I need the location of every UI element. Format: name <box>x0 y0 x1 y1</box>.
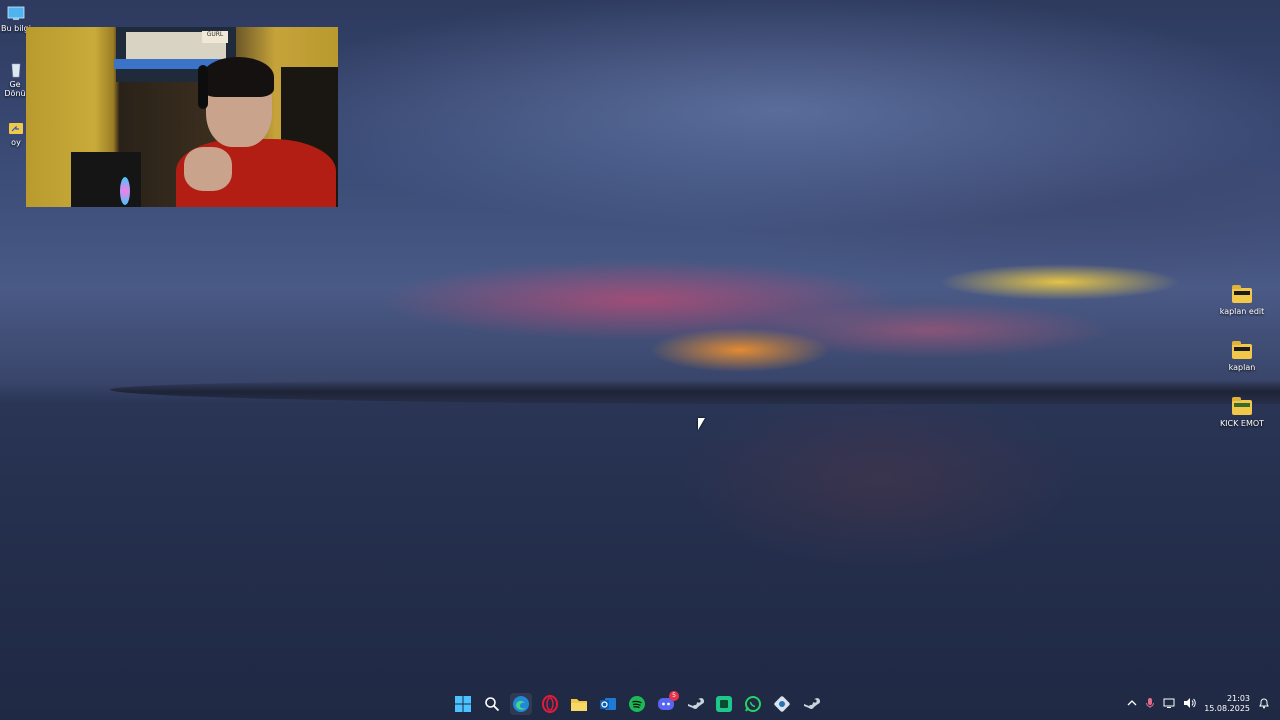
steam-icon <box>688 698 704 709</box>
steam-icon <box>804 698 820 709</box>
network-icon[interactable] <box>1163 697 1175 712</box>
search-icon <box>485 697 500 712</box>
desktop-folder-kick-emot[interactable]: KICK EMOT <box>1212 397 1272 428</box>
webcam-pc-case <box>71 152 141 207</box>
webcam-overlay: GURL <box>26 27 338 207</box>
notification-icon[interactable] <box>1258 697 1270 712</box>
desktop-icon-label: oy <box>11 138 21 147</box>
sea-reflection <box>620 400 1140 600</box>
desktop-icon-label: kaplan edit <box>1219 307 1265 316</box>
webcam-rgb-light <box>120 177 130 205</box>
desktop-folder-kaplan[interactable]: kaplan <box>1212 341 1272 372</box>
taskbar-file-explorer-button[interactable] <box>568 693 590 715</box>
webcam-person-hair <box>202 57 274 97</box>
taskbar-start-button[interactable] <box>452 693 474 715</box>
folder-icon <box>571 699 587 711</box>
folder-icon <box>1232 285 1252 303</box>
system-tray: 21:03 15.08.2025 <box>1127 694 1270 714</box>
opera-gx-icon <box>542 695 558 713</box>
taskbar-gear-app-button[interactable] <box>771 693 793 715</box>
webcam-sign: GURL <box>202 31 228 43</box>
volume-icon[interactable] <box>1183 697 1196 712</box>
mouse-cursor <box>698 418 705 430</box>
taskbar-outlook-button[interactable] <box>597 693 619 715</box>
green-app-icon <box>716 696 732 712</box>
taskbar-green-app-button[interactable] <box>713 693 735 715</box>
taskbar-opera-button[interactable] <box>539 693 561 715</box>
taskbar-whatsapp-button[interactable] <box>742 693 764 715</box>
outlook-icon <box>600 698 616 710</box>
folder-icon <box>1232 397 1252 415</box>
windows-start-icon <box>455 696 471 712</box>
chevron-up-icon[interactable] <box>1127 699 1137 710</box>
clock-date: 15.08.2025 <box>1204 704 1250 713</box>
discord-notification-badge: 5 <box>669 691 679 701</box>
desktop-folder-kaplan-edit[interactable]: kaplan edit <box>1212 285 1272 316</box>
whatsapp-icon <box>745 696 761 712</box>
folder-icon <box>1232 341 1252 359</box>
edge-browser-icon <box>513 696 529 712</box>
taskbar-steam-button[interactable] <box>684 693 706 715</box>
taskbar: 5 21:03 15.08.2025 <box>0 688 1280 720</box>
recycle-bin-icon <box>11 63 21 78</box>
webcam-person-hand <box>184 147 232 191</box>
taskbar-apps: 5 <box>452 691 822 715</box>
desktop-icon-label: KICK EMOT <box>1219 419 1265 428</box>
webcam-headset <box>198 65 208 109</box>
spotify-icon <box>629 696 645 712</box>
clock-time: 21:03 <box>1226 694 1250 703</box>
taskbar-spotify-button[interactable] <box>626 693 648 715</box>
taskbar-search-button[interactable] <box>481 693 503 715</box>
shortcut-folder-icon <box>9 123 23 134</box>
desktop-icon-label: kaplan <box>1228 363 1256 372</box>
monitor-icon <box>7 6 25 20</box>
taskbar-clock[interactable]: 21:03 15.08.2025 <box>1204 694 1250 714</box>
microphone-icon[interactable] <box>1145 697 1155 712</box>
taskbar-edge-button[interactable] <box>510 693 532 715</box>
taskbar-steam-2-button[interactable] <box>800 693 822 715</box>
gear-app-icon <box>774 696 790 712</box>
taskbar-discord-button[interactable]: 5 <box>655 691 679 715</box>
